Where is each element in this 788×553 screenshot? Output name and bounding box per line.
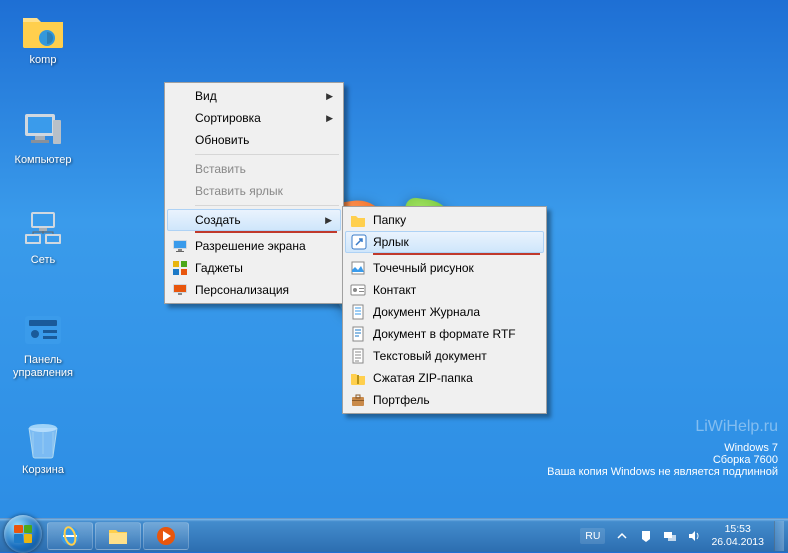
folder-icon bbox=[349, 211, 367, 229]
submenu-item-zip[interactable]: Сжатая ZIP-папка bbox=[345, 367, 544, 389]
zip-icon bbox=[349, 369, 367, 387]
desktop-icon-label: komp bbox=[8, 54, 78, 67]
desktop[interactable]: komp Компьютер Сеть Панель управления Ко… bbox=[0, 0, 788, 518]
menu-item-personalize[interactable]: Персонализация bbox=[167, 279, 341, 301]
submenu-item-journal[interactable]: Документ Журнала bbox=[345, 301, 544, 323]
desktop-icon-recycle-bin[interactable]: Корзина bbox=[8, 418, 78, 477]
activation-watermark: LiWiHelp.ru Windows 7 Сборка 7600 Ваша к… bbox=[547, 418, 778, 478]
submenu-arrow-icon: ▶ bbox=[326, 91, 333, 102]
submenu-item-folder[interactable]: Папку bbox=[345, 209, 544, 231]
ie-icon bbox=[59, 525, 81, 547]
gadgets-icon bbox=[171, 259, 189, 277]
menu-separator bbox=[195, 154, 339, 155]
shortcut-icon bbox=[350, 233, 368, 251]
contact-icon bbox=[349, 281, 367, 299]
bitmap-icon bbox=[349, 259, 367, 277]
desktop-context-menu: Вид ▶ Сортировка ▶ Обновить Вставить Встав… bbox=[164, 82, 344, 304]
explorer-icon bbox=[107, 526, 129, 546]
menu-label: Документ Журнала bbox=[373, 305, 480, 319]
menu-label: Текстовый документ bbox=[373, 349, 487, 363]
text-icon bbox=[349, 347, 367, 365]
journal-icon bbox=[349, 303, 367, 321]
menu-label: Вставить ярлык bbox=[195, 184, 283, 198]
network-tray-icon[interactable] bbox=[663, 529, 677, 543]
menu-label: Точечный рисунок bbox=[373, 261, 474, 275]
taskbar[interactable]: RU 15:53 26.04.2013 bbox=[0, 518, 788, 552]
watermark-line: Сборка 7600 bbox=[547, 454, 778, 466]
start-button[interactable] bbox=[4, 515, 42, 553]
folder-icon bbox=[21, 8, 65, 52]
submenu-item-text[interactable]: Текстовый документ bbox=[345, 345, 544, 367]
submenu-item-briefcase[interactable]: Портфель bbox=[345, 389, 544, 411]
desktop-icon-folder-komp[interactable]: komp bbox=[8, 8, 78, 67]
desktop-icon-label: Панель управления bbox=[8, 354, 78, 379]
watermark-line: Windows 7 bbox=[547, 442, 778, 454]
wmp-icon bbox=[155, 525, 177, 547]
menu-item-refresh[interactable]: Обновить bbox=[167, 129, 341, 151]
menu-label: Ярлык bbox=[373, 235, 409, 249]
menu-label: Создать bbox=[195, 213, 241, 227]
recycle-bin-icon bbox=[21, 418, 65, 462]
menu-item-gadgets[interactable]: Гаджеты bbox=[167, 257, 341, 279]
system-tray: RU 15:53 26.04.2013 bbox=[580, 521, 788, 551]
windows-flag-icon bbox=[14, 525, 32, 543]
menu-label: Папку bbox=[373, 213, 406, 227]
desktop-icon-network[interactable]: Сеть bbox=[8, 208, 78, 267]
submenu-item-rtf[interactable]: Документ в формате RTF bbox=[345, 323, 544, 345]
highlight-underline bbox=[373, 253, 540, 255]
taskbar-pinned-ie[interactable] bbox=[47, 522, 93, 550]
desktop-icon-label: Компьютер bbox=[8, 154, 78, 167]
menu-label: Вставить bbox=[195, 162, 246, 176]
menu-label: Сортировка bbox=[195, 111, 261, 125]
menu-label: Разрешение экрана bbox=[195, 239, 306, 253]
menu-label: Персонализация bbox=[195, 283, 289, 297]
menu-item-paste: Вставить bbox=[167, 158, 341, 180]
menu-item-screen-resolution[interactable]: Разрешение экрана bbox=[167, 235, 341, 257]
menu-item-sort[interactable]: Сортировка ▶ bbox=[167, 107, 341, 129]
menu-item-view[interactable]: Вид ▶ bbox=[167, 85, 341, 107]
desktop-icon-control-panel[interactable]: Панель управления bbox=[8, 308, 78, 379]
menu-label: Портфель bbox=[373, 393, 430, 407]
taskbar-pinned-explorer[interactable] bbox=[95, 522, 141, 550]
monitor-icon bbox=[171, 237, 189, 255]
submenu-item-bitmap[interactable]: Точечный рисунок bbox=[345, 257, 544, 279]
control-panel-icon bbox=[21, 308, 65, 352]
taskbar-pinned-wmp[interactable] bbox=[143, 522, 189, 550]
menu-label: Гаджеты bbox=[195, 261, 243, 275]
rtf-icon bbox=[349, 325, 367, 343]
submenu-item-contact[interactable]: Контакт bbox=[345, 279, 544, 301]
briefcase-icon bbox=[349, 391, 367, 409]
submenu-arrow-icon: ▶ bbox=[325, 215, 332, 226]
watermark-site: LiWiHelp.ru bbox=[547, 418, 778, 436]
language-indicator[interactable]: RU bbox=[580, 528, 605, 544]
menu-label: Обновить bbox=[195, 133, 249, 147]
desktop-icon-label: Сеть bbox=[8, 254, 78, 267]
submenu-item-shortcut[interactable]: Ярлык bbox=[345, 231, 544, 253]
menu-item-create[interactable]: Создать ▶ bbox=[167, 209, 341, 231]
highlight-underline bbox=[195, 231, 337, 233]
clock-time: 15:53 bbox=[711, 523, 764, 535]
network-icon bbox=[21, 208, 65, 252]
watermark-line: Ваша копия Windows не является подлинной bbox=[547, 466, 778, 478]
menu-label: Контакт bbox=[373, 283, 416, 297]
create-submenu: Папку Ярлык Точечный рисунок Контакт Док… bbox=[342, 206, 547, 414]
personalize-icon bbox=[171, 281, 189, 299]
desktop-icon-label: Корзина bbox=[8, 464, 78, 477]
desktop-icon-computer[interactable]: Компьютер bbox=[8, 108, 78, 167]
tray-chevron-icon[interactable] bbox=[615, 529, 629, 543]
menu-label: Документ в формате RTF bbox=[373, 327, 516, 341]
clock-date: 26.04.2013 bbox=[711, 536, 764, 548]
menu-label: Вид bbox=[195, 89, 217, 103]
menu-label: Сжатая ZIP-папка bbox=[373, 371, 473, 385]
submenu-arrow-icon: ▶ bbox=[326, 113, 333, 124]
action-center-icon[interactable] bbox=[639, 529, 653, 543]
volume-icon[interactable] bbox=[687, 529, 701, 543]
menu-item-paste-shortcut: Вставить ярлык bbox=[167, 180, 341, 202]
computer-icon bbox=[21, 108, 65, 152]
show-desktop-button[interactable] bbox=[774, 521, 784, 551]
menu-separator bbox=[195, 205, 339, 206]
taskbar-clock[interactable]: 15:53 26.04.2013 bbox=[711, 523, 764, 547]
